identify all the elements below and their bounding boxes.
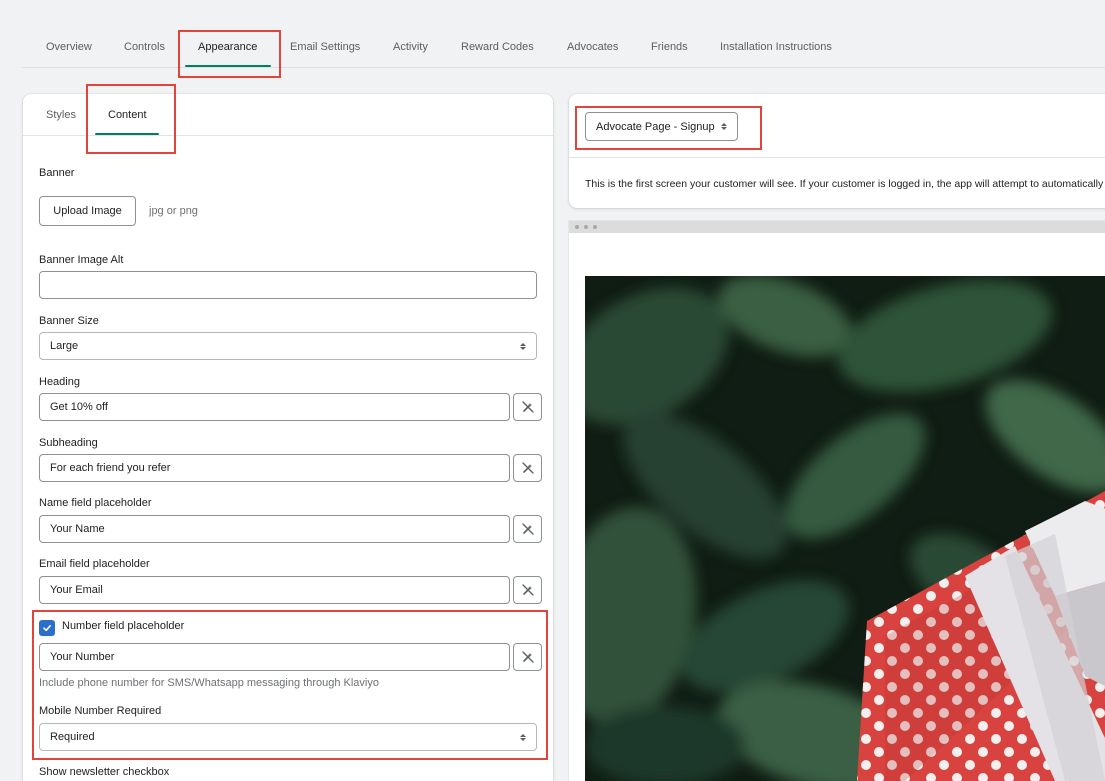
chevron-updown-icon bbox=[520, 733, 526, 741]
number-field-action-button[interactable] bbox=[513, 643, 542, 671]
magic-wand-off-icon bbox=[521, 462, 534, 474]
subheading-input[interactable]: For each friend you refer bbox=[39, 454, 510, 482]
mobile-required-select[interactable]: Required bbox=[39, 723, 537, 751]
top-nav: Overview Controls Appearance Email Setti… bbox=[22, 24, 1105, 68]
email-field-input[interactable]: Your Email bbox=[39, 576, 510, 604]
number-field-checkbox[interactable] bbox=[39, 620, 55, 636]
mobile-required-label: Mobile Number Required bbox=[39, 705, 162, 717]
tab-overview[interactable]: Overview bbox=[46, 41, 92, 53]
name-field-label: Name field placeholder bbox=[39, 497, 152, 509]
chevron-updown-icon bbox=[520, 342, 526, 350]
magic-wand-off-icon bbox=[521, 523, 534, 535]
banner-label: Banner bbox=[39, 167, 75, 179]
banner-size-label: Banner Size bbox=[39, 315, 99, 327]
email-field-action-button[interactable] bbox=[513, 576, 542, 604]
email-field-label: Email field placeholder bbox=[39, 558, 150, 570]
page-select-value: Advocate Page - Signup bbox=[596, 120, 715, 133]
page-description: This is the first screen your customer w… bbox=[585, 178, 1105, 190]
content-card: Styles Content Banner Upload Image jpg o… bbox=[23, 94, 553, 781]
tab-controls[interactable]: Controls bbox=[124, 41, 165, 53]
subtab-styles[interactable]: Styles bbox=[46, 109, 76, 121]
heading-input[interactable]: Get 10% off bbox=[39, 393, 510, 421]
tab-email-settings[interactable]: Email Settings bbox=[290, 41, 360, 53]
tab-friends[interactable]: Friends bbox=[651, 41, 688, 53]
newsletter-label: Show newsletter checkbox bbox=[39, 766, 170, 778]
mobile-required-value: Required bbox=[50, 731, 95, 743]
heading-label: Heading bbox=[39, 376, 80, 388]
magic-wand-off-icon bbox=[521, 584, 534, 596]
banner-size-select[interactable]: Large bbox=[39, 332, 537, 360]
number-field-help: Include phone number for SMS/Whatsapp me… bbox=[39, 677, 379, 689]
subheading-action-button[interactable] bbox=[513, 454, 542, 482]
tab-appearance[interactable]: Appearance bbox=[198, 41, 257, 53]
subtab-content[interactable]: Content bbox=[108, 109, 147, 121]
preview-controls-card: Advocate Page - Signup This is the first… bbox=[569, 94, 1105, 208]
chevron-updown-icon bbox=[721, 123, 727, 130]
page-select[interactable]: Advocate Page - Signup bbox=[585, 112, 738, 141]
magic-wand-off-icon bbox=[521, 401, 534, 413]
tab-installation-instructions[interactable]: Installation Instructions bbox=[720, 41, 832, 53]
magic-wand-off-icon bbox=[521, 651, 534, 663]
name-field-input[interactable]: Your Name bbox=[39, 515, 510, 543]
preview-window-bar bbox=[569, 221, 1105, 233]
number-field-label: Number field placeholder bbox=[62, 620, 185, 632]
file-type-hint: jpg or png bbox=[149, 205, 198, 217]
check-icon bbox=[43, 625, 51, 632]
tab-reward-codes[interactable]: Reward Codes bbox=[461, 41, 534, 53]
banner-alt-label: Banner Image Alt bbox=[39, 254, 124, 266]
name-field-action-button[interactable] bbox=[513, 515, 542, 543]
banner-alt-input[interactable] bbox=[39, 271, 537, 299]
banner-image bbox=[585, 276, 1105, 781]
subtabs: Styles Content bbox=[23, 94, 553, 136]
heading-action-button[interactable] bbox=[513, 393, 542, 421]
gift-banner-image bbox=[585, 276, 1105, 781]
tab-activity[interactable]: Activity bbox=[393, 41, 428, 53]
divider bbox=[569, 157, 1105, 158]
preview-frame bbox=[569, 221, 1105, 781]
number-field-input[interactable]: Your Number bbox=[39, 643, 510, 671]
tab-advocates[interactable]: Advocates bbox=[567, 41, 618, 53]
active-tab-indicator bbox=[185, 65, 271, 67]
active-subtab-indicator bbox=[95, 133, 159, 135]
subheading-label: Subheading bbox=[39, 437, 98, 449]
upload-image-button[interactable]: Upload Image bbox=[39, 196, 136, 226]
banner-size-value: Large bbox=[50, 340, 79, 352]
